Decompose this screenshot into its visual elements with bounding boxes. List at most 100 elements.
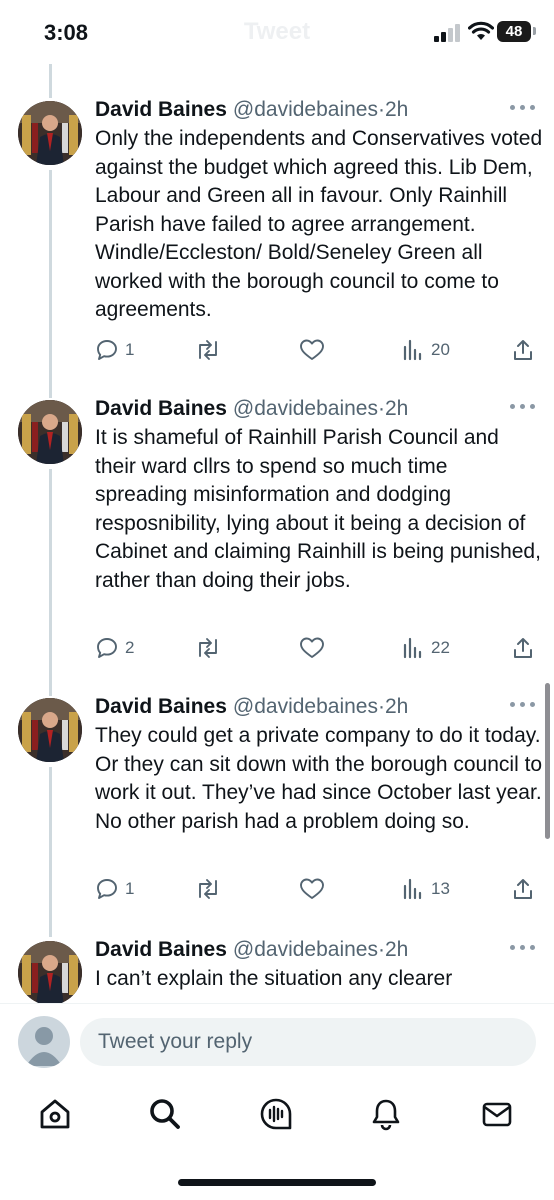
views-button[interactable]: 13 (401, 874, 450, 904)
tweet-text: Only the independents and Conservatives … (95, 127, 543, 321)
heart-icon (300, 339, 324, 360)
author-name[interactable]: David Baines (95, 695, 227, 718)
share-button[interactable] (511, 874, 535, 904)
reply-icon (97, 879, 117, 899)
spaces-icon (260, 1098, 292, 1130)
views-button[interactable]: 22 (401, 633, 450, 663)
views-icon (403, 878, 422, 900)
tweet-time: 2h (384, 397, 409, 420)
tab-spaces[interactable] (256, 1094, 296, 1134)
status-bar: Tweet 3:08 48 (0, 0, 554, 66)
cellular-signal-icon (434, 24, 462, 42)
tab-notifications[interactable] (366, 1094, 406, 1134)
views-icon (403, 339, 422, 361)
tweet-header: David Baines @davidebaines·2h (95, 935, 515, 965)
user-avatar[interactable] (18, 1016, 70, 1068)
author-handle[interactable]: @davidebaines (233, 397, 378, 420)
author-handle[interactable]: @davidebaines (233, 938, 378, 961)
views-icon (403, 637, 422, 659)
retweet-button[interactable] (195, 335, 221, 365)
tab-bar (0, 1080, 554, 1150)
reply-placeholder: Tweet your reply (98, 1030, 253, 1053)
tweet-actions: 2 22 (95, 633, 545, 663)
like-button[interactable] (299, 874, 325, 904)
retweet-icon (199, 638, 217, 658)
retweet-icon (199, 879, 217, 899)
status-time: 3:08 (44, 20, 89, 45)
author-handle[interactable]: @davidebaines (233, 695, 378, 718)
separator-dot: · (377, 695, 385, 718)
tab-messages[interactable] (477, 1094, 517, 1134)
tweet-header: David Baines @davidebaines·2h (95, 692, 515, 722)
reply-count: 2 (125, 638, 135, 657)
author-handle[interactable]: @davidebaines (233, 98, 378, 121)
like-button[interactable] (299, 633, 325, 663)
retweet-button[interactable] (195, 874, 221, 904)
tweet-time: 2h (384, 98, 409, 121)
author-name[interactable]: David Baines (95, 397, 227, 420)
tab-search[interactable] (145, 1094, 185, 1134)
views-count: 22 (431, 638, 450, 657)
retweet-button[interactable] (195, 633, 221, 663)
wifi-icon (468, 21, 494, 40)
views-count: 13 (431, 879, 450, 898)
tweet-actions: 1 13 (95, 874, 545, 904)
share-button[interactable] (511, 335, 535, 365)
reply-button[interactable]: 1 (95, 874, 134, 904)
tweet-text: I can’t explain the situation any cleare… (95, 967, 453, 990)
reply-icon (97, 340, 117, 360)
tweet-text: They could get a private company to do i… (95, 724, 543, 833)
tweet-header: David Baines @davidebaines·2h (95, 95, 515, 125)
mail-icon (482, 1102, 512, 1127)
search-icon (150, 1099, 180, 1129)
reply-bar: Tweet your reply (0, 1003, 554, 1080)
avatar[interactable] (18, 698, 82, 762)
separator-dot: · (377, 938, 385, 961)
battery-icon: 48 (497, 21, 531, 42)
home-icon (40, 1099, 70, 1129)
avatar[interactable] (18, 941, 82, 1003)
more-options-icon[interactable] (510, 404, 536, 412)
share-button[interactable] (511, 633, 535, 663)
reply-button[interactable]: 1 (95, 335, 134, 365)
author-name[interactable]: David Baines (95, 98, 227, 121)
heart-icon (300, 878, 324, 899)
home-indicator[interactable] (178, 1179, 376, 1186)
tweet-text: It is shameful of Rainhill Parish Counci… (95, 426, 541, 592)
tweet[interactable]: David Baines @davidebaines·2h Only the in… (0, 95, 554, 370)
more-options-icon[interactable] (510, 105, 536, 113)
tweet-time: 2h (384, 938, 409, 961)
like-button[interactable] (299, 335, 325, 365)
separator-dot: · (377, 98, 385, 121)
bell-icon (372, 1099, 400, 1131)
share-icon (514, 340, 532, 360)
tweet-time: 2h (384, 695, 409, 718)
reply-count: 1 (125, 879, 135, 898)
battery-tip (533, 27, 536, 35)
tab-home[interactable] (35, 1094, 75, 1134)
scrollbar[interactable] (545, 683, 550, 839)
tweet[interactable]: David Baines @davidebaines·2h They could … (0, 692, 554, 912)
heart-icon (300, 637, 324, 658)
tweet-actions: 1 20 (95, 335, 545, 365)
reply-count: 1 (125, 340, 135, 359)
views-count: 20 (431, 340, 450, 359)
more-options-icon[interactable] (510, 702, 536, 710)
tweet[interactable]: David Baines @davidebaines·2h It is shame… (0, 394, 554, 669)
avatar[interactable] (18, 101, 82, 165)
default-avatar-icon (26, 1027, 62, 1066)
author-name[interactable]: David Baines (95, 938, 227, 961)
thread-line (49, 64, 52, 98)
more-options-icon[interactable] (510, 945, 536, 953)
retweet-icon (199, 340, 217, 360)
reply-input[interactable]: Tweet your reply (80, 1018, 536, 1066)
avatar[interactable] (18, 400, 82, 464)
views-button[interactable]: 20 (401, 335, 450, 365)
reply-button[interactable]: 2 (95, 633, 134, 663)
tweet-header: David Baines @davidebaines·2h (95, 394, 515, 424)
separator-dot: · (377, 397, 385, 420)
reply-icon (97, 638, 117, 658)
tweet[interactable]: David Baines @davidebaines·2h I can’t exp… (0, 935, 554, 1003)
share-icon (514, 879, 532, 899)
share-icon (514, 638, 532, 658)
